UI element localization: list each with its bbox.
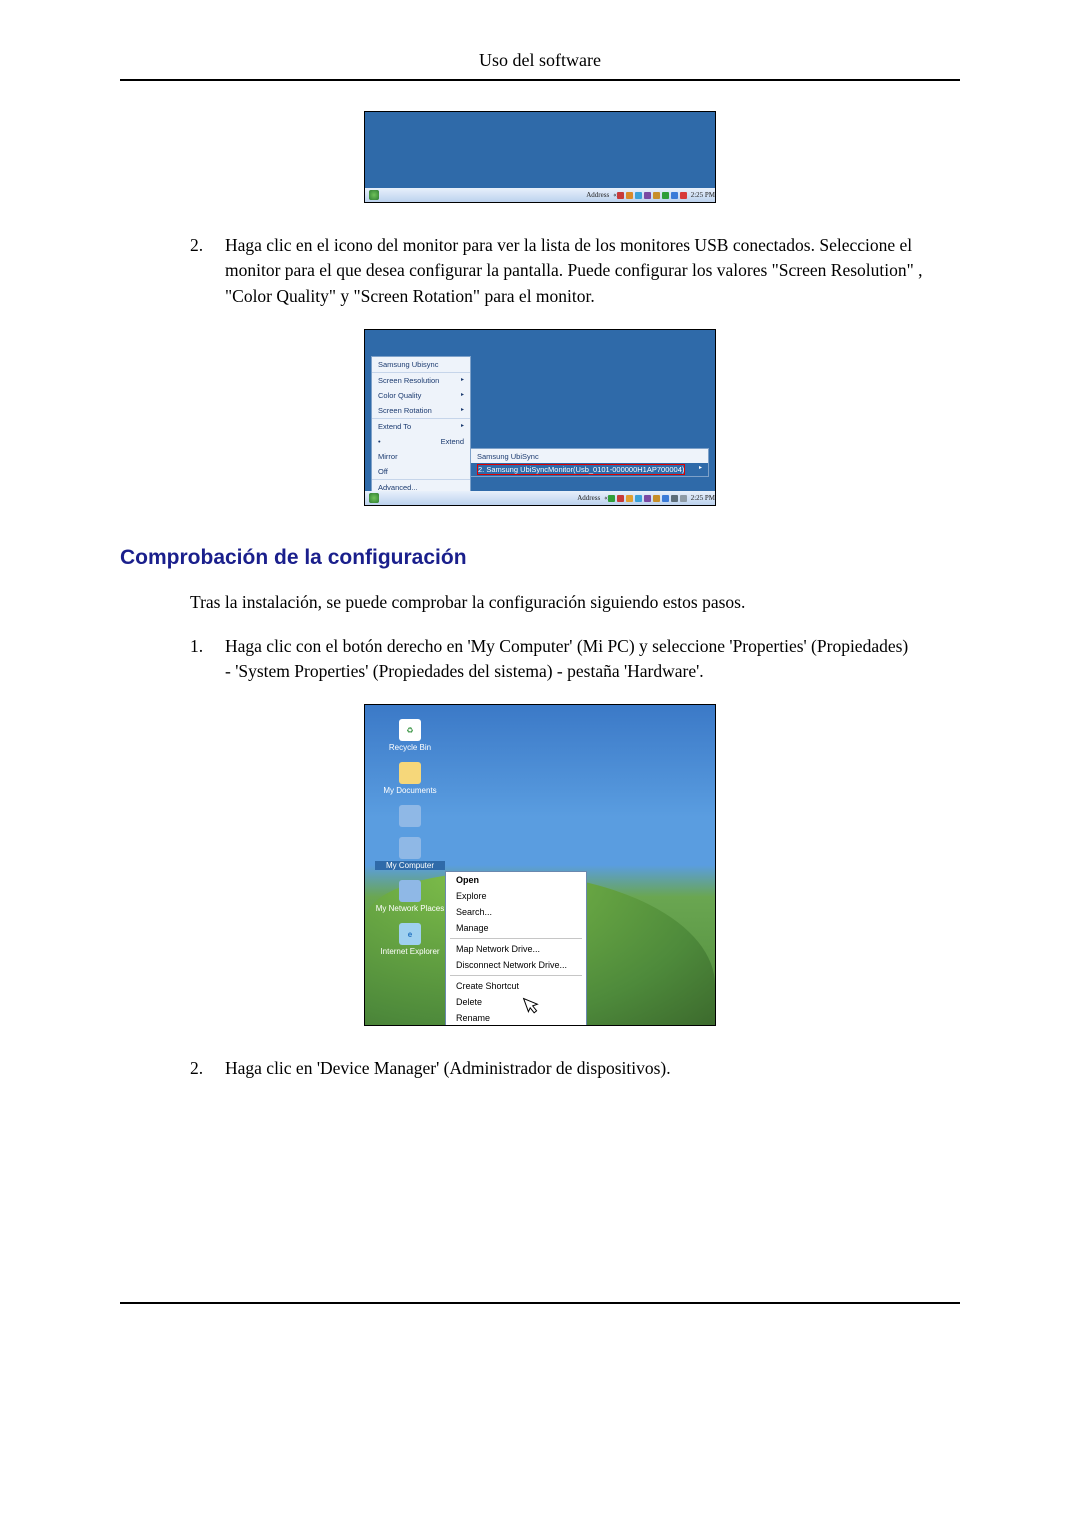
menu-item-rename: Rename [446, 1010, 586, 1025]
system-tray [617, 192, 687, 199]
tray-icon [626, 495, 633, 502]
menu-item-extend: Extend [372, 434, 470, 449]
recycle-bin-icon: ♻ Recycle Bin [375, 719, 445, 752]
tray-icon [662, 495, 669, 502]
menu-item-create-shortcut: Create Shortcut [446, 978, 586, 994]
menu-item-color-quality: Color Quality▸ [372, 388, 470, 403]
list-text: Haga clic en 'Device Manager' (Administr… [225, 1056, 671, 1081]
context-menu: Samsung Ubisync Screen Resolution▸ Color… [371, 356, 471, 496]
start-button-icon [369, 493, 379, 503]
list-number: 2. [190, 233, 225, 309]
intro-paragraph: Tras la instalación, se puede comprobar … [190, 590, 960, 615]
menu-item-resolution: Screen Resolution▸ [372, 373, 470, 388]
taskbar-clock: 2:25 PM [691, 494, 715, 502]
address-label: Address [577, 494, 600, 502]
tray-icon [644, 192, 651, 199]
list-item: 2. Haga clic en el icono del monitor par… [190, 233, 960, 309]
taskbar: Address « 2:25 PM [365, 188, 715, 202]
right-click-menu: Open Explore Search... Manage Map Networ… [445, 871, 587, 1025]
tray-icon [626, 192, 633, 199]
tray-icon [680, 192, 687, 199]
menu-item-explore: Explore [446, 888, 586, 904]
start-button-icon [369, 190, 379, 200]
address-label: Address [586, 191, 609, 199]
list-number: 1. [190, 634, 225, 685]
tray-icon [617, 495, 624, 502]
menu-item-map-drive: Map Network Drive... [446, 941, 586, 957]
desktop-icons: ♻ Recycle Bin My Documents My Computer [375, 719, 445, 966]
popup-title: Samsung UbiSync [477, 452, 702, 461]
figure-ubisync-menu: Samsung Ubisync Screen Resolution▸ Color… [120, 329, 960, 506]
chevron-right-icon: ▸ [461, 422, 464, 431]
my-network-places-icon: My Network Places [375, 880, 445, 913]
chevron-right-icon: ▸ [699, 464, 702, 475]
system-tray [608, 495, 687, 502]
taskbar: Address « 2:25 PM [365, 491, 715, 505]
chevron-right-icon: ▸ [461, 376, 464, 385]
my-documents-icon: My Documents [375, 762, 445, 795]
tray-icon [635, 495, 642, 502]
tray-icon [617, 192, 624, 199]
footer-rule [120, 1302, 960, 1304]
tray-icon [680, 495, 687, 502]
tray-icon [671, 192, 678, 199]
menu-item-disconnect-drive: Disconnect Network Drive... [446, 957, 586, 973]
figure-taskbar-screenshot: Address « 2:25 PM [120, 111, 960, 203]
monitor-list-item: 2. Samsung UbiSyncMonitor(Usb_0101-00000… [471, 463, 708, 476]
menu-item-search: Search... [446, 904, 586, 920]
taskbar-clock: 2:25 PM [691, 191, 715, 199]
list-text: Haga clic en el icono del monitor para v… [225, 233, 960, 309]
generic-icon [375, 805, 445, 827]
menu-item-delete: Delete [446, 994, 586, 1010]
tray-icon [608, 495, 615, 502]
menu-item-manage: Manage [446, 920, 586, 936]
list-item: 1. Haga clic con el botón derecho en 'My… [190, 634, 960, 685]
chevron-right-icon: ▸ [461, 406, 464, 415]
context-menu-title: Samsung Ubisync [372, 357, 470, 372]
tray-icon [653, 495, 660, 502]
list-item: 2. Haga clic en 'Device Manager' (Admini… [190, 1056, 960, 1081]
menu-item-off: Off [372, 464, 470, 479]
my-computer-icon: My Computer [375, 837, 445, 870]
tray-icon [653, 192, 660, 199]
tray-icon [662, 192, 669, 199]
section-heading: Comprobación de la configuración [120, 546, 960, 570]
chevron-right-icon: ▸ [461, 391, 464, 400]
tray-icon [671, 495, 678, 502]
list-text: Haga clic con el botón derecho en 'My Co… [225, 634, 908, 685]
monitor-list-popup: Samsung UbiSync 2. Samsung UbiSyncMonito… [470, 448, 709, 477]
list-number: 2. [190, 1056, 225, 1081]
tray-icon [635, 192, 642, 199]
menu-item-mirror: Mirror [372, 449, 470, 464]
menu-item-open: Open [446, 872, 586, 888]
page-header: Uso del software [120, 50, 960, 81]
tray-icon [644, 495, 651, 502]
menu-item-extend-to: Extend To▸ [372, 419, 470, 434]
figure-desktop-properties: ♻ Recycle Bin My Documents My Computer [120, 704, 960, 1026]
menu-item-rotation: Screen Rotation▸ [372, 403, 470, 418]
internet-explorer-icon: e Internet Explorer [375, 923, 445, 956]
